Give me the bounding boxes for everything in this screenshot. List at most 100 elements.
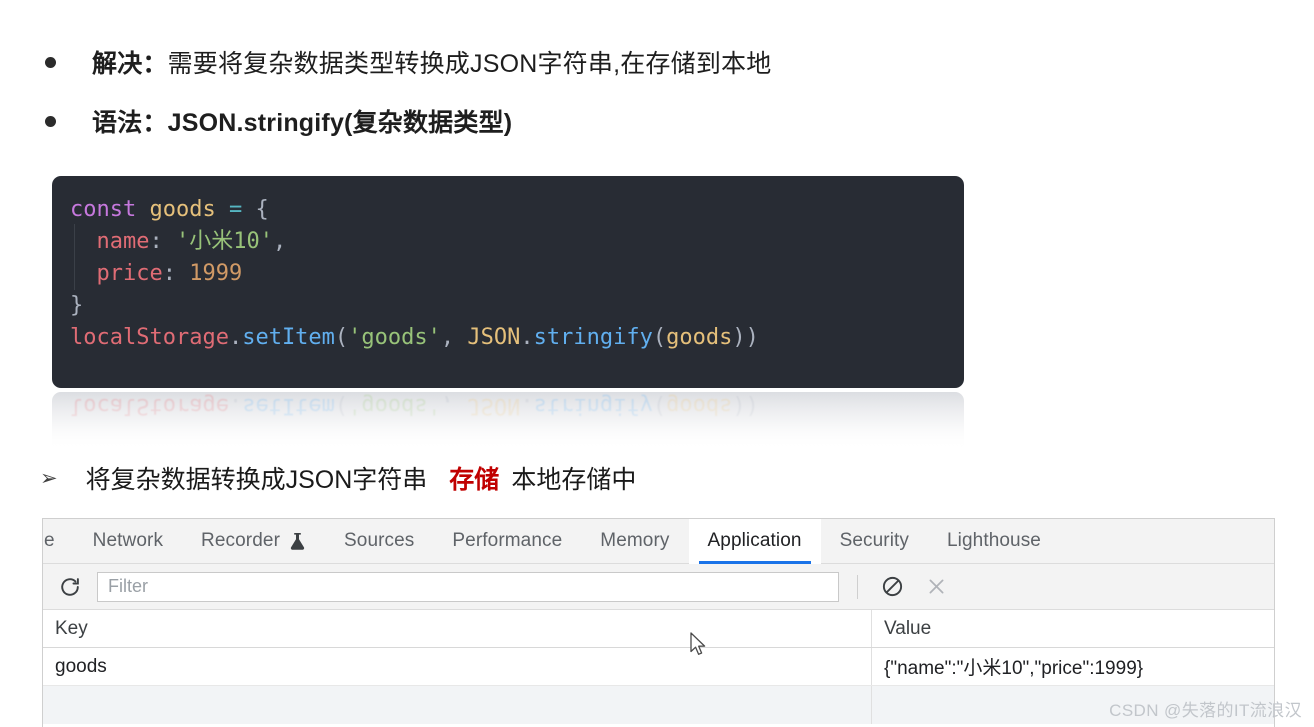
tab-sources[interactable]: Sources xyxy=(325,519,433,564)
code-line: name: '小米10', xyxy=(70,226,964,258)
arrow-note-text: 将复杂数据转换成JSON字符串 存储 本地存储中 xyxy=(86,460,637,496)
code-token: '小米10' xyxy=(175,229,273,254)
code-token: )) xyxy=(732,393,759,418)
code-token: , xyxy=(440,325,468,350)
tab-label: Security xyxy=(839,530,909,551)
arrow-note-highlight: 存储 xyxy=(449,466,500,494)
code-token: localStorage xyxy=(70,325,229,350)
bullet-lead-syntax: 语法： xyxy=(92,109,168,137)
tab-ole[interactable]: ole xyxy=(43,519,74,564)
code-token: 1999 xyxy=(189,261,243,286)
code-reflection-text: localStorage.setItem('goods', JSON.strin… xyxy=(70,392,759,420)
tab-application[interactable]: Application xyxy=(688,519,821,564)
code-token: setItem xyxy=(242,325,335,350)
tab-performance[interactable]: Performance xyxy=(433,519,581,564)
bullet-item-solution: 解决：需要将复杂数据类型转换成JSON字符串,在存储到本地 xyxy=(45,44,771,80)
tab-network[interactable]: Network xyxy=(74,519,182,564)
code-line: } xyxy=(70,290,964,322)
devtools-panel: ole Network Recorder Sources Performance Memo… xyxy=(42,518,1275,727)
tab-label: Recorder xyxy=(201,530,280,551)
close-icon[interactable] xyxy=(920,571,952,603)
bullet-text-solution: 解决：需要将复杂数据类型转换成JSON字符串,在存储到本地 xyxy=(92,44,771,80)
code-line: price: 1999 xyxy=(70,258,964,290)
tab-label: Memory xyxy=(600,530,670,551)
code-token: : xyxy=(162,261,190,286)
code-token: ( xyxy=(652,325,667,350)
code-token: : xyxy=(149,229,176,254)
arrow-note: ➢ 将复杂数据转换成JSON字符串 存储 本地存储中 xyxy=(40,460,636,496)
bullet-body-syntax: JSON.stringify(复杂数据类型) xyxy=(167,109,513,137)
arrow-note-after: 本地存储中 xyxy=(511,466,637,494)
code-token: price xyxy=(96,261,163,286)
code-token: . xyxy=(228,325,243,350)
bullet-lead-solution: 解决： xyxy=(92,50,168,78)
arrow-bullet-icon: ➢ xyxy=(40,466,58,490)
refresh-icon[interactable] xyxy=(55,572,85,602)
csdn-watermark: CSDN @失落的IT流浪汉 xyxy=(1109,701,1302,720)
tab-memory[interactable]: Memory xyxy=(581,519,688,564)
cell-key xyxy=(43,686,872,724)
bullet-dot-icon xyxy=(45,115,56,127)
code-token: . xyxy=(520,393,534,418)
column-header-key[interactable]: Key xyxy=(43,610,872,647)
code-token: ( xyxy=(334,325,349,350)
bullet-body-solution: 需要将复杂数据类型转换成JSON字符串,在存储到本地 xyxy=(167,50,772,78)
code-token: stringify xyxy=(533,393,653,418)
code-token: } xyxy=(70,293,84,318)
tab-lighthouse[interactable]: Lighthouse xyxy=(928,519,1060,564)
code-token: stringify xyxy=(533,325,653,350)
column-header-value[interactable]: Value xyxy=(872,610,1274,647)
arrow-note-before: 将复杂数据转换成JSON字符串 xyxy=(85,466,428,494)
bullet-text-syntax: 语法：JSON.stringify(复杂数据类型) xyxy=(92,103,512,139)
code-token: goods xyxy=(666,325,733,350)
tab-label: Application xyxy=(707,530,802,551)
table-body: goods {"name":"小米10","price":1999} xyxy=(43,648,1274,724)
slide-page: 解决：需要将复杂数据类型转换成JSON字符串,在存储到本地 语法：JSON.st… xyxy=(0,0,1314,727)
code-token: 'goods' xyxy=(348,393,441,418)
tab-label: Lighthouse xyxy=(947,530,1041,551)
code-token: goods xyxy=(666,393,733,418)
cell-key[interactable]: goods xyxy=(43,648,872,685)
code-token: goods xyxy=(149,197,216,222)
tab-recorder[interactable]: Recorder xyxy=(182,519,325,564)
tab-label: ole xyxy=(43,530,55,551)
tab-label: Network xyxy=(92,530,164,551)
table-row-empty[interactable] xyxy=(43,686,1274,724)
tab-label: Performance xyxy=(452,530,563,551)
filter-input[interactable]: Filter xyxy=(97,571,839,602)
no-entry-icon[interactable] xyxy=(876,571,908,603)
filter-placeholder: Filter xyxy=(108,576,148,596)
code-token: . xyxy=(520,325,534,350)
code-lines: const goods = { name: '小米10', price: 199… xyxy=(70,194,964,354)
code-token: { xyxy=(255,197,269,222)
table-header-row: Key Value xyxy=(43,610,1274,648)
code-reflection-line: localStorage.setItem('goods', JSON.strin… xyxy=(70,392,759,420)
code-token: const xyxy=(70,197,137,222)
code-token: = xyxy=(228,197,243,222)
toolbar-divider xyxy=(857,574,858,599)
bullet-dot-icon xyxy=(45,56,56,68)
tab-security[interactable]: Security xyxy=(821,519,928,564)
code-line: localStorage.setItem('goods', JSON.strin… xyxy=(70,322,964,354)
code-token: . xyxy=(228,393,243,418)
code-token: )) xyxy=(732,325,759,350)
devtools-filter-toolbar: Filter xyxy=(43,564,1274,610)
code-block: const goods = { name: '小米10', price: 199… xyxy=(52,176,964,388)
bullet-item-syntax: 语法：JSON.stringify(复杂数据类型) xyxy=(45,103,512,139)
tab-label: Sources xyxy=(344,530,415,551)
code-block-reflection: localStorage.setItem('goods', JSON.strin… xyxy=(52,392,964,450)
local-storage-table: Key Value goods {"name":"小米10","price":19… xyxy=(43,610,1274,724)
code-token: , xyxy=(440,393,468,418)
code-token: setItem xyxy=(242,393,335,418)
code-token: name xyxy=(96,229,150,254)
code-token: JSON xyxy=(467,325,521,350)
code-token: ( xyxy=(652,393,667,418)
code-line: const goods = { xyxy=(70,194,964,226)
table-row[interactable]: goods {"name":"小米10","price":1999} xyxy=(43,648,1274,686)
code-token: JSON xyxy=(467,393,521,418)
code-token: , xyxy=(272,229,287,254)
cell-value[interactable]: {"name":"小米10","price":1999} xyxy=(872,648,1274,685)
